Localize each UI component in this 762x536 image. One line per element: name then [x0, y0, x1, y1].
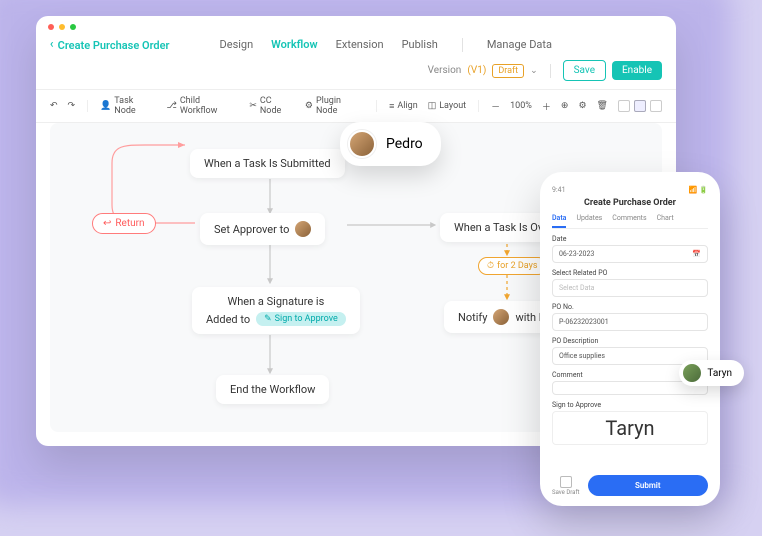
- mobile-preview: 9:41 📶 🔋 Create Purchase Order Data Upda…: [540, 172, 720, 506]
- node-signature-added[interactable]: When a Signature is Added to ✎ Sign to A…: [192, 287, 360, 334]
- version-value: (V1): [467, 65, 486, 76]
- phone-time: 9:41: [552, 186, 566, 194]
- align-icon: ≡: [389, 101, 394, 112]
- node-task-submitted[interactable]: When a Task Is Submitted: [190, 149, 345, 178]
- branch-icon: ⎇: [166, 101, 176, 111]
- sign-to-approve-chip: ✎ Sign to Approve: [256, 312, 346, 326]
- clock-icon: ⏱: [487, 261, 494, 271]
- phone-tab-comments[interactable]: Comments: [612, 214, 646, 228]
- view-mode-3[interactable]: [650, 100, 662, 112]
- layout-tool[interactable]: ◫Layout: [428, 101, 466, 111]
- header: › Create Purchase Order Design Workflow …: [36, 38, 676, 60]
- user-icon: 👤: [100, 101, 111, 111]
- date-input[interactable]: 06-23-2023 📅: [552, 245, 708, 263]
- scissors-icon: ✂: [249, 101, 257, 111]
- phone-tabs: Data Updates Comments Chart: [552, 214, 708, 229]
- zoom-value: 100%: [510, 101, 532, 111]
- phone-tab-data[interactable]: Data: [552, 214, 566, 228]
- signature-pad[interactable]: Taryn: [552, 411, 708, 445]
- zoom-out-icon[interactable]: －: [491, 100, 500, 113]
- related-po-select[interactable]: Select Data: [552, 279, 708, 297]
- pedro-cursor: Pedro: [340, 122, 441, 166]
- avatar-icon: [493, 309, 509, 325]
- for-days-badge[interactable]: ⏱ for 2 Days: [478, 257, 547, 275]
- phone-tab-updates[interactable]: Updates: [576, 214, 602, 228]
- phone-status-bar: 9:41 📶 🔋: [552, 186, 708, 194]
- tab-design[interactable]: Design: [220, 38, 254, 52]
- center-icon[interactable]: ⊕: [561, 101, 569, 111]
- po-no-input[interactable]: P-06232023001: [552, 313, 708, 331]
- calendar-icon: 📅: [692, 250, 701, 258]
- related-po-label: Select Related PO: [552, 269, 708, 277]
- chevron-left-icon: ›: [50, 38, 54, 52]
- signal-icon: 📶 🔋: [689, 186, 708, 194]
- redo-icon[interactable]: ↷: [68, 101, 76, 111]
- tab-workflow[interactable]: Workflow: [271, 38, 317, 52]
- tab-extension[interactable]: Extension: [336, 38, 384, 52]
- date-label: Date: [552, 235, 708, 243]
- taryn-cursor: Taryn: [679, 360, 744, 386]
- delete-icon[interactable]: 🗑: [597, 101, 608, 111]
- save-draft-button[interactable]: Save Draft: [552, 476, 580, 496]
- po-desc-label: PO Description: [552, 337, 708, 345]
- avatar-icon: [348, 130, 376, 158]
- node-set-approver[interactable]: Set Approver to: [200, 213, 325, 245]
- layout-icon: ◫: [428, 101, 437, 111]
- avatar-icon: [683, 364, 701, 382]
- save-button[interactable]: Save: [563, 60, 606, 81]
- version-label: Version: [428, 65, 462, 76]
- draft-badge: Draft: [492, 64, 524, 78]
- back-button[interactable]: › Create Purchase Order: [50, 38, 170, 52]
- tab-publish[interactable]: Publish: [402, 38, 438, 52]
- subheader: Version (V1) Draft ⌄ Save Enable: [36, 60, 676, 89]
- window-controls: [36, 16, 676, 38]
- close-dot[interactable]: [48, 24, 54, 30]
- phone-title: Create Purchase Order: [552, 198, 708, 208]
- avatar-icon: [295, 221, 311, 237]
- node-end-workflow[interactable]: End the Workflow: [216, 375, 329, 404]
- plugin-node-tool[interactable]: ⚙Plugin Node: [305, 96, 364, 116]
- view-mode-2[interactable]: [634, 100, 646, 112]
- phone-tab-chart[interactable]: Chart: [657, 214, 674, 228]
- return-node[interactable]: ↩ Return: [92, 213, 156, 234]
- toolbar: ↶ ↷ 👤Task Node ⎇Child Workflow ✂CC Node …: [36, 89, 676, 123]
- main-tabs: Design Workflow Extension Publish Manage…: [220, 38, 552, 52]
- plugin-icon: ⚙: [305, 101, 313, 111]
- pedro-name: Pedro: [386, 136, 423, 152]
- return-icon: ↩: [103, 218, 111, 229]
- undo-icon[interactable]: ↶: [50, 101, 58, 111]
- chevron-down-icon[interactable]: ⌄: [530, 66, 538, 76]
- enable-button[interactable]: Enable: [612, 61, 662, 80]
- taryn-name: Taryn: [707, 368, 732, 379]
- child-workflow-tool[interactable]: ⎇Child Workflow: [166, 96, 239, 116]
- maximize-dot[interactable]: [70, 24, 76, 30]
- save-icon: [560, 476, 572, 488]
- page-title: Create Purchase Order: [58, 39, 170, 52]
- task-node-tool[interactable]: 👤Task Node: [100, 96, 156, 116]
- submit-button[interactable]: Submit: [588, 475, 709, 496]
- sign-label: Sign to Approve: [552, 401, 708, 409]
- pen-icon: ✎: [264, 314, 272, 324]
- cc-node-tool[interactable]: ✂CC Node: [249, 96, 295, 116]
- view-mode-1[interactable]: [618, 100, 630, 112]
- po-no-label: PO No.: [552, 303, 708, 311]
- align-tool[interactable]: ≡Align: [389, 101, 418, 112]
- settings-icon[interactable]: ⚙: [578, 101, 586, 111]
- zoom-in-icon[interactable]: ＋: [542, 100, 551, 113]
- manage-data-link[interactable]: Manage Data: [487, 38, 552, 52]
- minimize-dot[interactable]: [59, 24, 65, 30]
